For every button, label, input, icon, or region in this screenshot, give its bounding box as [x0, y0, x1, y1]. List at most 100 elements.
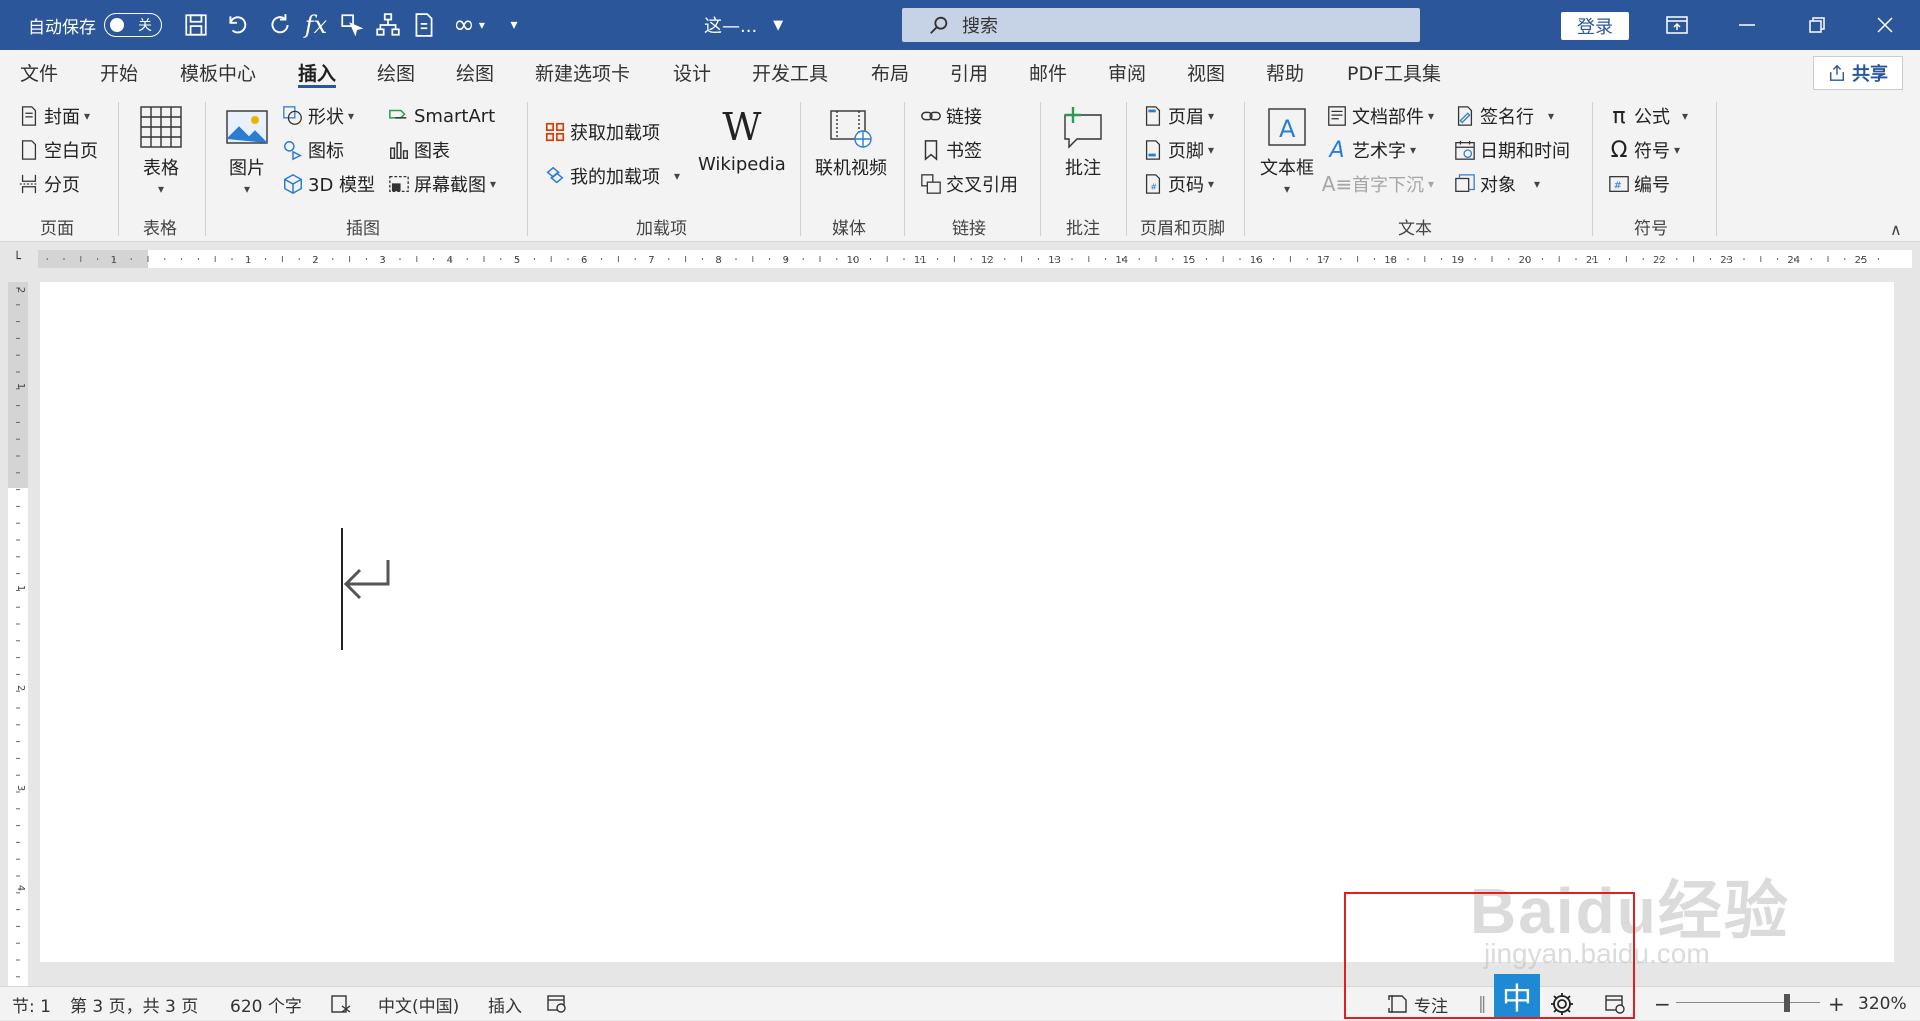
- autosave[interactable]: 自动保存 关: [28, 0, 162, 50]
- redo-icon[interactable]: [262, 0, 298, 50]
- fx-icon[interactable]: fx: [298, 0, 334, 50]
- insert-mode[interactable]: 插入: [488, 987, 522, 1021]
- tab-review[interactable]: 审阅: [1108, 50, 1146, 94]
- tab-help[interactable]: 帮助: [1266, 50, 1304, 94]
- tab-pdf-tools[interactable]: PDF工具集: [1347, 50, 1441, 94]
- section-indicator[interactable]: 节: 1: [12, 987, 51, 1021]
- tab-new-tab[interactable]: 新建选项卡: [535, 50, 630, 94]
- wikipedia-button[interactable]: W Wikipedia: [698, 104, 786, 175]
- text-box-button[interactable]: A 文本框 ▾: [1260, 104, 1314, 196]
- cross-reference-button[interactable]: 交叉引用: [920, 170, 1018, 198]
- ruler-number: 14: [1115, 255, 1128, 266]
- zoom-slider-track[interactable]: [1676, 1002, 1820, 1003]
- chart-button[interactable]: 图表: [388, 136, 450, 164]
- ruler-number: 13: [1048, 255, 1061, 266]
- equation-button[interactable]: π 公式 ▾: [1608, 102, 1688, 130]
- tab-selector-icon[interactable]: └: [10, 252, 24, 267]
- ruler-number: 9: [783, 255, 789, 266]
- picture-icon: [224, 104, 270, 150]
- footer-button[interactable]: 页脚 ▾: [1142, 136, 1214, 164]
- tab-references[interactable]: 引用: [950, 50, 988, 94]
- horizontal-ruler[interactable]: └ 1 1 2 3 4 5 6 7 8 9 10 11 12 13 14 15 16 17 18 19 20 21 22 23…: [0, 244, 1920, 274]
- chevron-down-icon: ▾: [490, 177, 497, 191]
- date-time-button[interactable]: 日期和时间: [1454, 136, 1570, 164]
- share-button[interactable]: 共享: [1813, 56, 1903, 90]
- picture-button[interactable]: 图片 ▾: [224, 104, 270, 196]
- object-button[interactable]: 对象 ▾: [1454, 170, 1540, 198]
- close-icon[interactable]: [1850, 0, 1920, 50]
- infinity-icon[interactable]: ∞ ▾: [442, 0, 496, 50]
- vertical-ruler[interactable]: 2 1 1 2 3 4: [8, 282, 28, 986]
- tab-developer[interactable]: 开发工具: [752, 50, 828, 94]
- table-button[interactable]: 表格 ▾: [138, 104, 184, 196]
- page-number-button[interactable]: # 页码 ▾: [1142, 170, 1214, 198]
- login-button[interactable]: 登录: [1561, 12, 1629, 40]
- quick-parts-button[interactable]: 文档部件 ▾: [1326, 102, 1434, 130]
- org-chart-icon[interactable]: [370, 0, 406, 50]
- chart-label: 图表: [414, 141, 450, 162]
- ribbon-display-icon[interactable]: [1642, 0, 1712, 50]
- online-video-button[interactable]: 联机视频: [815, 104, 887, 180]
- tab-view[interactable]: 视图: [1187, 50, 1225, 94]
- tab-insert[interactable]: 插入: [298, 50, 337, 94]
- chevron-down-icon: ▾: [674, 169, 681, 183]
- language-indicator[interactable]: 中文(中国): [378, 987, 459, 1021]
- ruler-number: 12: [981, 255, 994, 266]
- header-label: 页眉: [1168, 107, 1204, 128]
- group-separator: [205, 102, 206, 236]
- signature-line-button[interactable]: 签名行 ▾: [1454, 102, 1554, 130]
- tab-draw-2[interactable]: 绘图: [456, 50, 494, 94]
- undo-icon[interactable]: [214, 0, 262, 50]
- tab-mailings[interactable]: 邮件: [1029, 50, 1067, 94]
- footer-icon: [1142, 139, 1164, 161]
- restore-icon[interactable]: [1782, 0, 1852, 50]
- bookmark-button[interactable]: 书签: [920, 136, 982, 164]
- document-title[interactable]: 这—... ▼: [704, 0, 783, 50]
- 3d-model-button[interactable]: 3D 模型: [282, 170, 375, 198]
- macro-record-icon[interactable]: [546, 987, 568, 1021]
- screenshot-button[interactable]: 屏幕截图 ▾: [388, 170, 496, 198]
- zoom-out-button[interactable]: −: [1654, 987, 1671, 1021]
- quick-parts-icon: [1326, 105, 1348, 127]
- icons-button[interactable]: 图标: [282, 136, 344, 164]
- tab-home[interactable]: 开始: [100, 50, 138, 94]
- my-addins-button[interactable]: 我的加载项 ▾: [544, 162, 680, 190]
- save-icon[interactable]: [178, 0, 214, 50]
- ruler-number: 6: [581, 255, 587, 266]
- comment-button[interactable]: 批注: [1060, 104, 1106, 180]
- get-addins-button[interactable]: 获取加载项: [544, 118, 660, 146]
- collapse-ribbon-icon[interactable]: ∧: [1890, 220, 1902, 239]
- toggle-knob: [110, 18, 124, 32]
- word-count[interactable]: 620 个字: [230, 987, 302, 1021]
- tab-file[interactable]: 文件: [20, 50, 58, 94]
- tab-template-center[interactable]: 模板中心: [180, 50, 256, 94]
- select-icon[interactable]: [334, 0, 370, 50]
- search-placeholder: 搜索: [962, 16, 998, 37]
- page-break-button[interactable]: 分页: [18, 170, 80, 198]
- cover-page-button[interactable]: 封面 ▾: [18, 102, 90, 130]
- chevron-down-icon: ▾: [157, 182, 165, 196]
- autosave-toggle[interactable]: 关: [104, 13, 162, 37]
- shapes-button[interactable]: 形状 ▾: [282, 102, 354, 130]
- numbering-button[interactable]: # 编号: [1608, 170, 1670, 198]
- header-button[interactable]: 页眉 ▾: [1142, 102, 1214, 130]
- tab-design[interactable]: 设计: [673, 50, 711, 94]
- tab-layout[interactable]: 布局: [871, 50, 909, 94]
- symbol-button[interactable]: Ω 符号 ▾: [1608, 136, 1680, 164]
- zoom-slider-thumb[interactable]: [1784, 994, 1790, 1012]
- zoom-in-button[interactable]: +: [1828, 987, 1845, 1021]
- proofing-icon[interactable]: [330, 987, 352, 1021]
- customize-qat-icon[interactable]: ▾: [496, 0, 532, 50]
- search-box[interactable]: 搜索: [902, 8, 1420, 42]
- tab-draw[interactable]: 绘图: [377, 50, 415, 94]
- ruler-number: 3: [379, 255, 385, 266]
- page-indicator[interactable]: 第 3 页，共 3 页: [70, 987, 198, 1021]
- blank-page-button[interactable]: 空白页: [18, 136, 98, 164]
- smartart-button[interactable]: SmartArt: [388, 102, 495, 130]
- wordart-button[interactable]: A 艺术字 ▾: [1326, 136, 1416, 164]
- page-number-label: 页码: [1168, 175, 1204, 196]
- zoom-level[interactable]: 320%: [1858, 987, 1907, 1021]
- document-icon[interactable]: [406, 0, 442, 50]
- link-button[interactable]: 链接: [920, 102, 982, 130]
- minimize-icon[interactable]: [1712, 0, 1782, 50]
